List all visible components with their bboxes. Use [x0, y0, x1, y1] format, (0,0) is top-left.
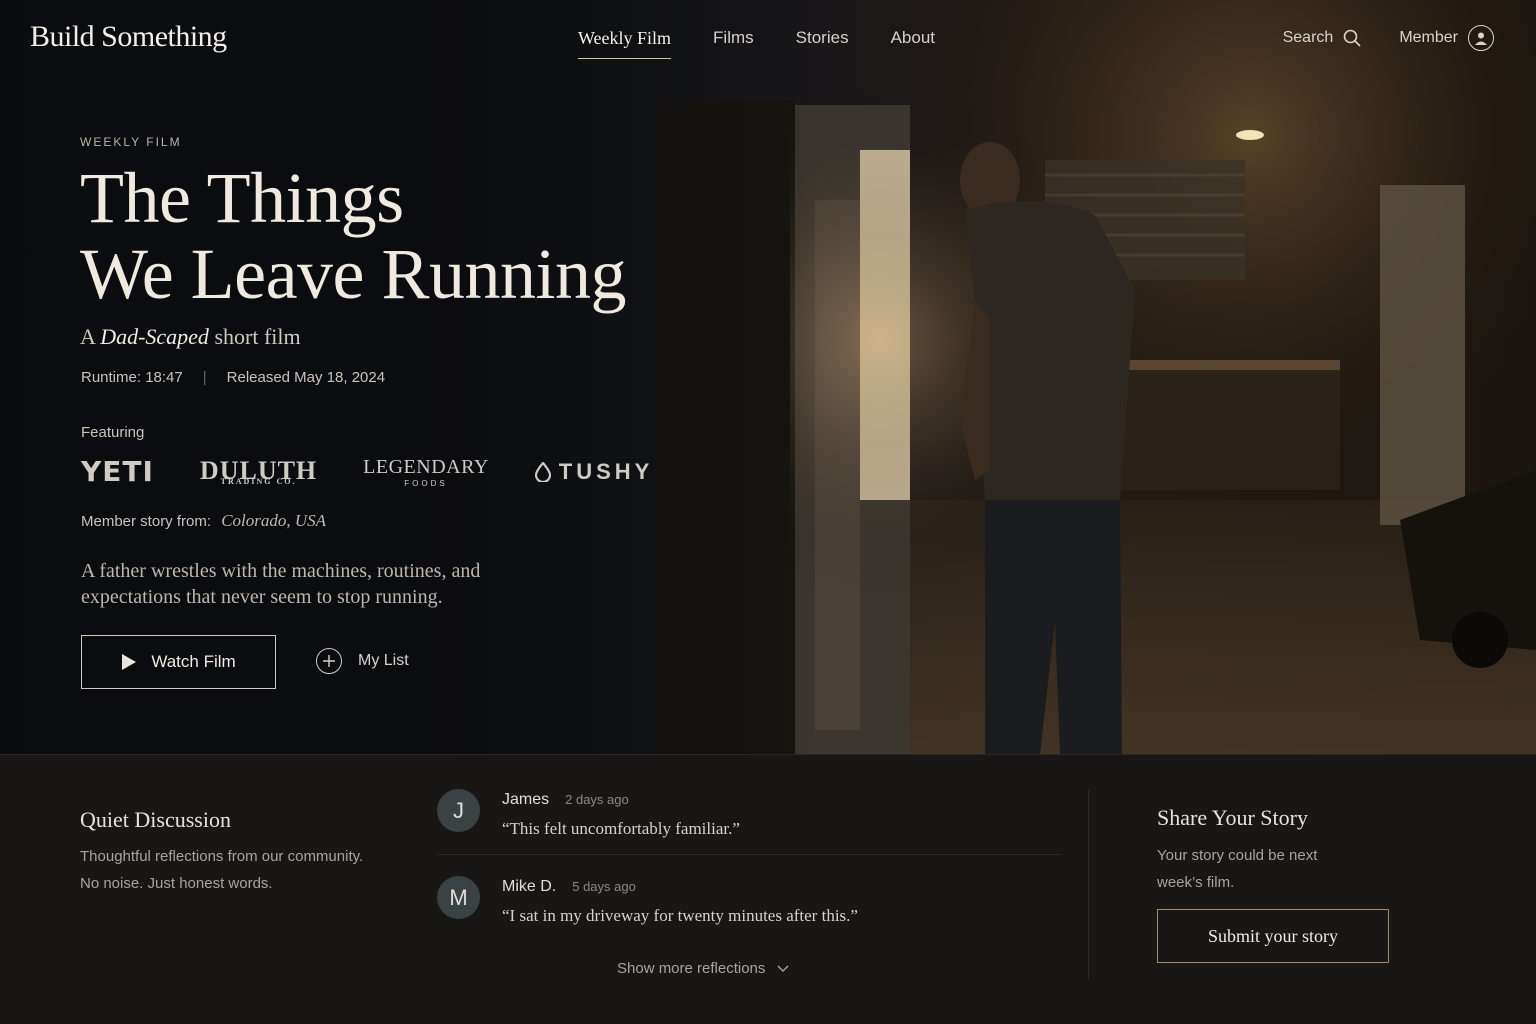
film-subtitle: A Dad-Scaped short film	[80, 324, 301, 350]
section-divider	[1088, 790, 1089, 980]
submit-story-button[interactable]: Submit your story	[1157, 909, 1389, 963]
site-logo[interactable]: Build Something	[30, 20, 227, 54]
watch-film-button[interactable]: Watch Film	[81, 635, 276, 689]
tushy-logo: TUSHY	[534, 458, 654, 485]
comment-avatar: M	[437, 876, 480, 919]
plus-circle-icon	[316, 648, 342, 674]
member-story-label: Member story from:	[81, 513, 212, 530]
member-story-location: Colorado, USA	[221, 511, 327, 530]
member-button[interactable]: Member	[1399, 25, 1494, 51]
member-story: Member story from: Colorado, USA	[81, 511, 326, 531]
my-list-label: My List	[358, 652, 409, 669]
comment-text: “This felt uncomfortably familiar.”	[502, 819, 740, 838]
legendary-logo: LEGENDARY FOODS	[363, 456, 489, 488]
duluth-logo: DULUTH TRADING CO.	[200, 457, 317, 486]
film-title: The Things We Leave Running	[80, 158, 627, 314]
comment-author: Mike D.	[502, 878, 557, 895]
discussion-section: Quiet Discussion Thoughtful reflections …	[0, 754, 1536, 1024]
droplet-icon	[534, 461, 551, 482]
film-description: A father wrestles with the machines, rou…	[81, 560, 481, 608]
search-icon	[1344, 29, 1361, 47]
nav-links: Weekly Film Films Stories About	[578, 28, 935, 59]
discussion-title: Quiet Discussion	[80, 807, 231, 832]
discussion-subtitle-line2: No noise. Just honest words.	[80, 875, 273, 892]
nav-weekly-film[interactable]: Weekly Film	[578, 28, 672, 59]
play-icon	[122, 654, 137, 670]
runtime: Runtime: 18:47	[81, 369, 183, 386]
top-nav: Build Something Weekly Film Films Storie…	[0, 0, 1536, 78]
share-subtitle-line1: Your story could be next	[1157, 847, 1318, 864]
hero-eyebrow: WEEKLY FILM	[80, 135, 182, 149]
discussion-subtitle-line1: Thoughtful reflections from our communit…	[80, 848, 364, 865]
sponsor-logos: YETI DULUTH TRADING CO. LEGENDARY FOODS …	[81, 455, 653, 488]
search-button[interactable]: Search	[1283, 29, 1362, 47]
yeti-logo: YETI	[81, 455, 154, 488]
hero-section: WEEKLY FILM The Things We Leave Running …	[0, 0, 1536, 754]
meta-divider: |	[202, 369, 207, 386]
comment-avatar: J	[437, 789, 480, 832]
user-icon	[1468, 25, 1494, 51]
share-subtitle-line2: week’s film.	[1157, 874, 1235, 891]
tushy-logo-text: TUSHY	[558, 458, 654, 484]
film-title-line2: We Leave Running	[80, 234, 627, 314]
film-meta: Runtime: 18:47 | Released May 18, 2024	[81, 369, 385, 386]
nav-films[interactable]: Films	[713, 28, 754, 59]
my-list-button[interactable]: My List	[316, 648, 409, 674]
comment-text: “I sat in my driveway for twenty minutes…	[502, 906, 858, 925]
comment-time: 5 days ago	[572, 879, 636, 894]
search-label: Search	[1282, 29, 1334, 46]
show-more-label: Show more reflections	[617, 960, 766, 977]
release-date: Released May 18, 2024	[226, 369, 386, 386]
film-title-line1: The Things	[80, 158, 404, 238]
subtitle-prefix: A	[80, 324, 95, 349]
discussion-subtitle: Thoughtful reflections from our communit…	[80, 843, 410, 897]
chevron-down-icon	[777, 965, 789, 972]
featuring-label: Featuring	[81, 424, 145, 441]
comment-item: J James 2 days ago “This felt uncomforta…	[437, 789, 1060, 839]
comment-item: M Mike D. 5 days ago “I sat in my drivew…	[437, 876, 1060, 926]
comment-author: James	[502, 791, 550, 808]
comment-divider	[437, 854, 1060, 855]
legendary-logo-sub: FOODS	[404, 478, 448, 488]
nav-actions: Search Member	[1283, 25, 1494, 51]
nav-about[interactable]: About	[891, 28, 935, 59]
subtitle-series: Dad-Scaped	[100, 324, 209, 349]
watch-film-label: Watch Film	[151, 652, 236, 671]
legendary-logo-text: LEGENDARY	[363, 455, 489, 478]
show-more-button[interactable]: Show more reflections	[617, 960, 789, 977]
share-title: Share Your Story	[1157, 805, 1308, 830]
member-label: Member	[1399, 29, 1458, 46]
share-subtitle: Your story could be next week’s film.	[1157, 842, 1377, 896]
comment-time: 2 days ago	[565, 792, 629, 807]
nav-stories[interactable]: Stories	[796, 28, 849, 59]
subtitle-suffix: short film	[214, 324, 301, 349]
